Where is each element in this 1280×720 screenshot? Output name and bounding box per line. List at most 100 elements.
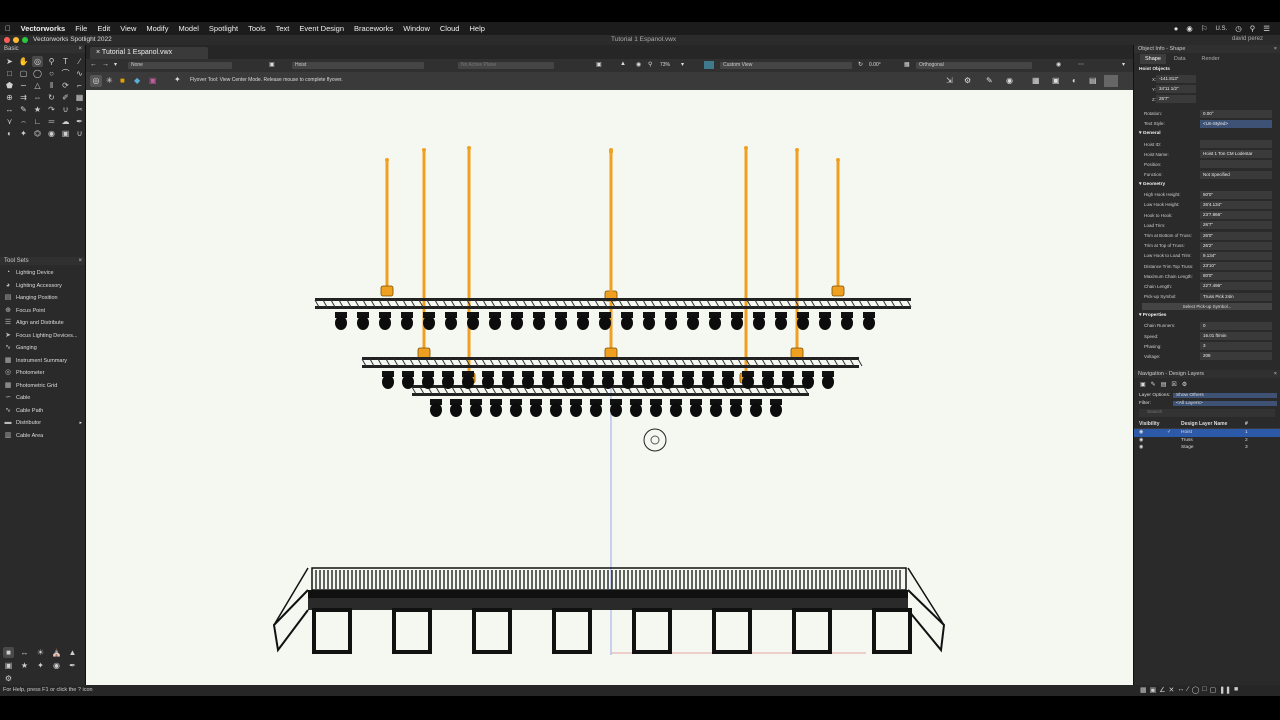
stage-deck[interactable] — [272, 567, 946, 654]
center-on-point-mode-icon[interactable]: ✳ — [106, 76, 113, 85]
projection-select[interactable]: Orthogonal — [916, 62, 1032, 69]
filter-select[interactable]: <All Layers> — [1173, 400, 1277, 406]
gear-icon[interactable]: ⚙ — [964, 76, 971, 85]
layer-options-select[interactable]: Show Others — [1173, 392, 1277, 398]
drawing-canvas[interactable] — [86, 90, 1133, 685]
field-value[interactable]: 22'7.496" — [1200, 282, 1272, 291]
callout-tool-icon[interactable]: ✎ — [18, 104, 29, 115]
pan-tool-icon[interactable]: ✋ — [18, 56, 29, 67]
layer-select[interactable]: Hoist — [292, 62, 424, 69]
chamfer-tool-icon[interactable]: ∟ — [32, 116, 43, 127]
geometry-section[interactable]: ▾ Geometry — [1134, 180, 1280, 190]
toolsets-close-icon[interactable]: × — [78, 258, 82, 264]
rounded-rect-tool-icon[interactable]: ▢ — [18, 68, 29, 79]
edit-layer-icon[interactable]: ✎ — [1151, 381, 1156, 388]
menu-braceworks[interactable]: Braceworks — [349, 24, 398, 33]
spotlight-search-icon[interactable]: ⚲ — [1250, 24, 1256, 33]
apple-icon[interactable]:  — [0, 24, 16, 33]
hoist-group[interactable] — [380, 146, 845, 384]
menu-modify[interactable]: Modify — [141, 24, 173, 33]
spotlight-toolset-icon[interactable]: ☀ — [35, 647, 46, 658]
properties-section[interactable]: ▾ Properties — [1134, 311, 1280, 321]
building-toolset-icon[interactable]: ⛪ — [51, 647, 62, 658]
saved-view-select[interactable]: Custom View — [720, 62, 852, 69]
field-value[interactable] — [1200, 140, 1272, 149]
snap-angle-icon[interactable]: ∠ — [1159, 686, 1165, 694]
rectangle-tool-icon[interactable]: □ — [4, 68, 15, 79]
layer-row[interactable]: ◉ ✓ Hoist 1 — [1134, 429, 1280, 437]
oip-close-icon[interactable]: × — [1274, 46, 1277, 52]
eye-icon[interactable]: ◉ — [1139, 438, 1167, 443]
field-value[interactable] — [1200, 160, 1272, 169]
user-name[interactable]: david perez — [1232, 36, 1263, 42]
grid-icon[interactable]: ▦ — [1032, 76, 1040, 85]
walkthrough-icon[interactable]: ◉ — [636, 61, 641, 68]
rotate-tool-icon[interactable]: ↻ — [46, 92, 57, 103]
screen-icon[interactable]: ▣ — [1052, 76, 1060, 85]
tool-cable-path[interactable]: ∿ Cable Path — [0, 405, 85, 418]
stamp-tool-icon[interactable]: ⏣ — [32, 128, 43, 139]
clock-icon[interactable]: ◷ — [1235, 24, 1242, 33]
wifi-icon[interactable]: ◉ — [1186, 24, 1193, 33]
rotation-value[interactable]: 0.00° — [869, 62, 881, 68]
tool-lighting-accessory[interactable]: ◕ Lighting Accessory — [0, 280, 85, 293]
rotation-field[interactable]: 0.00° — [1200, 109, 1272, 118]
field-value[interactable]: 50'0" — [1200, 190, 1272, 199]
magic-wand-tool-icon[interactable]: ✦ — [18, 128, 29, 139]
viewbar-overflow-icon[interactable]: ▾ — [1122, 61, 1125, 68]
view-toggle-icon[interactable] — [704, 61, 714, 69]
col-layer-number[interactable]: # — [1245, 421, 1248, 427]
flag-icon[interactable]: ⚐ — [1201, 24, 1208, 33]
tool-ganging[interactable]: ∿ Ganging — [0, 342, 85, 355]
control-center-icon[interactable]: ☰ — [1263, 24, 1270, 33]
hand-drawn-tool-icon[interactable]: ✒ — [74, 116, 85, 127]
field-value[interactable]: 26'2" — [1200, 241, 1272, 250]
field-value[interactable]: 34'11 1/2" — [1156, 85, 1196, 94]
layout-icon[interactable]: ▤ — [1089, 76, 1097, 85]
menu-cloud[interactable]: Cloud — [435, 24, 465, 33]
field-value[interactable]: Not Specified — [1200, 170, 1272, 179]
class-select[interactable]: None — [128, 62, 232, 69]
menu-model[interactable]: Model — [173, 24, 203, 33]
connect-tool-icon[interactable]: ∪ — [60, 104, 71, 115]
close-window-icon[interactable] — [4, 37, 10, 43]
snap-tangent-icon[interactable]: ◯ — [1192, 686, 1200, 694]
tab-shape[interactable]: Shape — [1140, 53, 1166, 64]
freehand-tool-icon[interactable]: ∿ — [74, 68, 85, 79]
snap-grid-icon[interactable]: ▦ — [1140, 686, 1147, 694]
mirror-tool-icon[interactable]: ⇔ — [32, 92, 43, 103]
snap-object-icon[interactable]: ▣ — [1150, 686, 1157, 694]
fillet-tool-icon[interactable]: ⌐ — [74, 80, 85, 91]
tool-hanging-position[interactable]: ▤ Hanging Position — [0, 292, 85, 305]
input-source[interactable]: U.S. — [1216, 26, 1228, 32]
tool-lighting-device[interactable]: ◔ Lighting Device — [0, 267, 85, 280]
document-tab[interactable]: × Tutorial 1 Espanol.vwx — [90, 47, 208, 59]
tool-align-distribute[interactable]: ☰ Align and Distribute — [0, 317, 85, 330]
dims-toolset-icon[interactable]: ↔ — [19, 647, 30, 658]
record-icon[interactable]: ● — [1174, 24, 1179, 33]
locus-tool-icon[interactable]: ⊕ — [4, 92, 15, 103]
triangle-tool-icon[interactable]: △ — [32, 80, 43, 91]
menu-file[interactable]: File — [70, 24, 92, 33]
snap-surface-icon[interactable]: □ — [1202, 686, 1206, 694]
event-toolset-icon[interactable]: ★ — [19, 660, 30, 671]
field-value[interactable]: -141.813" — [1156, 75, 1196, 84]
furniture-toolset-icon[interactable]: ▣ — [3, 660, 14, 671]
menu-view[interactable]: View — [115, 24, 141, 33]
tool-photometer[interactable]: ◎ Photometer — [0, 367, 85, 380]
selection-tool-icon[interactable]: ➤ — [4, 56, 15, 67]
active-plane-select[interactable]: No Active Plane — [458, 62, 554, 69]
minimize-window-icon[interactable] — [13, 37, 19, 43]
col-layer-name[interactable]: Design Layer Name — [1181, 421, 1245, 427]
field-value[interactable]: Truss Pick 24in — [1200, 292, 1272, 301]
visibility-options-icon[interactable]: ◉ — [1056, 61, 1061, 68]
duplicate-layer-icon[interactable]: ▤ — [1161, 381, 1167, 388]
palette-close-icon[interactable]: × — [78, 46, 82, 52]
field-value[interactable]: 23'10" — [1200, 262, 1272, 271]
flyover-settings-icon[interactable]: ◆ — [134, 76, 140, 85]
field-value[interactable]: 23'7.866" — [1200, 211, 1272, 220]
field-value[interactable]: 26'4.134" — [1200, 200, 1272, 209]
wall-tool-icon[interactable]: ═ — [46, 116, 57, 127]
fasteners-toolset-icon[interactable]: ✦ — [35, 660, 46, 671]
clip-tool-icon[interactable]: ✂ — [74, 104, 85, 115]
